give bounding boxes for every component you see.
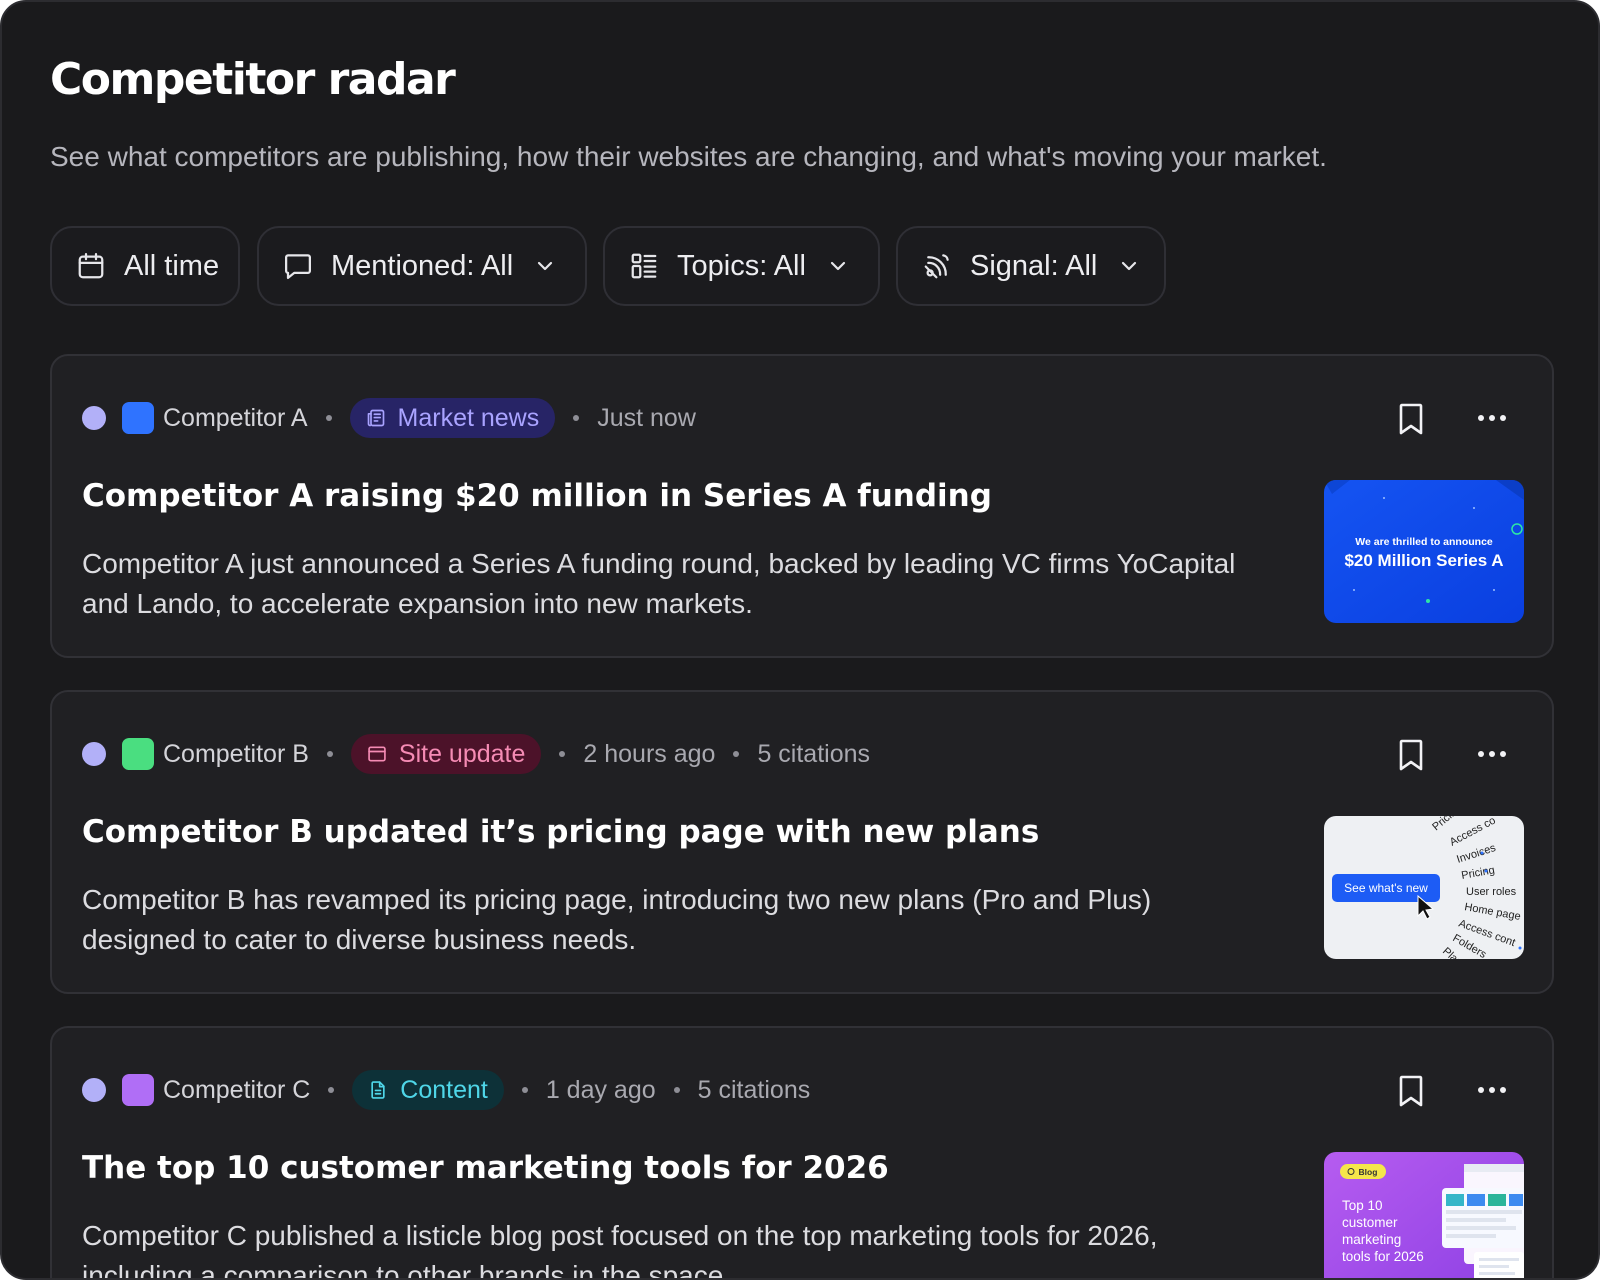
- page-title: Competitor radar: [50, 54, 456, 105]
- citations-count[interactable]: 5 citations: [698, 1076, 811, 1105]
- mentioned-filter-dropdown[interactable]: Mentioned: All: [257, 226, 587, 306]
- status-dot: [82, 1078, 106, 1102]
- separator-dot: [521, 1087, 528, 1093]
- separator-dot: [733, 751, 740, 757]
- thumbnail-line-2: customer: [1342, 1215, 1398, 1230]
- feed-card[interactable]: Competitor C Content 1 day ago 5 citatio…: [50, 1026, 1554, 1280]
- card-title[interactable]: The top 10 customer marketing tools for …: [82, 1150, 1262, 1186]
- card-title[interactable]: Competitor B updated it’s pricing page w…: [82, 814, 1262, 850]
- card-meta: Competitor C Content 1 day ago 5 citatio…: [82, 1070, 810, 1110]
- tag-label: Market news: [397, 403, 540, 432]
- separator-dot: [673, 1087, 680, 1093]
- bookmark-icon[interactable]: [1396, 738, 1426, 772]
- chevron-down-icon: [533, 254, 557, 278]
- thumbnail-line-1: Top 10: [1342, 1198, 1383, 1213]
- competitor-name: Competitor C: [163, 1075, 311, 1104]
- competitor-name: Competitor B: [163, 739, 309, 768]
- chat-bubble-icon: [283, 251, 313, 281]
- status-dot: [82, 742, 106, 766]
- bookmark-icon[interactable]: [1396, 402, 1426, 436]
- signal-filter-dropdown[interactable]: Signal: All: [896, 226, 1166, 306]
- thumbnail-line-2: $20 Million Series A: [1344, 551, 1503, 570]
- bookmark-icon[interactable]: [1396, 1074, 1426, 1108]
- topics-filter-label: Topics: All: [677, 249, 806, 282]
- time-filter-button[interactable]: All time: [50, 226, 240, 306]
- timestamp: Just now: [597, 403, 696, 432]
- thumbnail-button: See what's new: [1344, 881, 1428, 895]
- card-thumbnail[interactable]: We are thrilled to announce $20 Million …: [1324, 480, 1524, 623]
- tag-content[interactable]: Content: [352, 1070, 504, 1110]
- thumbnail-line-4: tools for 2026: [1342, 1249, 1424, 1264]
- status-dot: [82, 406, 106, 430]
- card-meta: Competitor B Site update 2 hours ago 5 c…: [82, 734, 870, 774]
- separator-dot: [559, 751, 566, 757]
- tag-label: Content: [400, 1075, 488, 1104]
- more-options-icon[interactable]: [1476, 1076, 1508, 1104]
- more-options-icon[interactable]: [1476, 404, 1508, 432]
- feed-card[interactable]: Competitor A Market news Just now Compet…: [50, 354, 1554, 658]
- separator-dot: [573, 415, 580, 421]
- separator-dot: [326, 751, 333, 757]
- citations-count[interactable]: 5 citations: [757, 740, 870, 769]
- document-icon: [368, 1080, 388, 1100]
- competitor-logo: [122, 738, 154, 770]
- separator-dot: [328, 1087, 335, 1093]
- card-description: Competitor A just announced a Series A f…: [82, 548, 1236, 619]
- tag-label: Site update: [398, 739, 526, 768]
- timestamp: 1 day ago: [545, 1075, 656, 1104]
- browser-window-icon: [367, 744, 387, 764]
- competitor-logo: [122, 402, 154, 434]
- more-options-icon[interactable]: [1476, 740, 1508, 768]
- card-meta: Competitor A Market news Just now: [82, 398, 696, 438]
- thumbnail-line-1: We are thrilled to announce: [1355, 536, 1493, 548]
- thumbnail-badge: Blog: [1359, 1167, 1378, 1177]
- competitor-radar-window: Competitor radar See what competitors ar…: [0, 0, 1600, 1280]
- calendar-icon: [76, 251, 106, 281]
- newspaper-icon: [366, 408, 386, 428]
- timestamp: 2 hours ago: [583, 739, 716, 768]
- card-description: Competitor C published a listicle blog p…: [82, 1220, 1158, 1280]
- chevron-down-icon: [1117, 254, 1141, 278]
- tag-site-update[interactable]: Site update: [350, 734, 542, 774]
- separator-dot: [325, 415, 332, 421]
- chevron-down-icon: [826, 254, 850, 278]
- time-filter-label: All time: [124, 249, 220, 282]
- signal-filter-label: Signal: All: [970, 249, 1098, 282]
- mentioned-filter-label: Mentioned: All: [331, 249, 514, 282]
- card-description: Competitor B has revamped its pricing pa…: [82, 884, 1152, 955]
- competitor-logo: [122, 1074, 154, 1106]
- competitor-name: Competitor A: [163, 403, 308, 432]
- card-title[interactable]: Competitor A raising $20 million in Seri…: [82, 478, 1262, 514]
- topics-filter-dropdown[interactable]: Topics: All: [603, 226, 880, 306]
- signal-icon: [922, 251, 952, 281]
- tag-market-news[interactable]: Market news: [349, 398, 556, 438]
- list-icon: [629, 251, 659, 281]
- feed-card[interactable]: Competitor B Site update 2 hours ago 5 c…: [50, 690, 1554, 994]
- page-subtitle: See what competitors are publishing, how…: [50, 141, 1327, 172]
- thumbnail-line-3: marketing: [1342, 1232, 1401, 1247]
- thumbnail-word: User roles: [1466, 886, 1517, 898]
- card-thumbnail[interactable]: Blog Top 10 customer marketing tools for…: [1324, 1152, 1524, 1278]
- card-thumbnail[interactable]: Pricing Access co Invoices Pricing User …: [1324, 816, 1524, 959]
